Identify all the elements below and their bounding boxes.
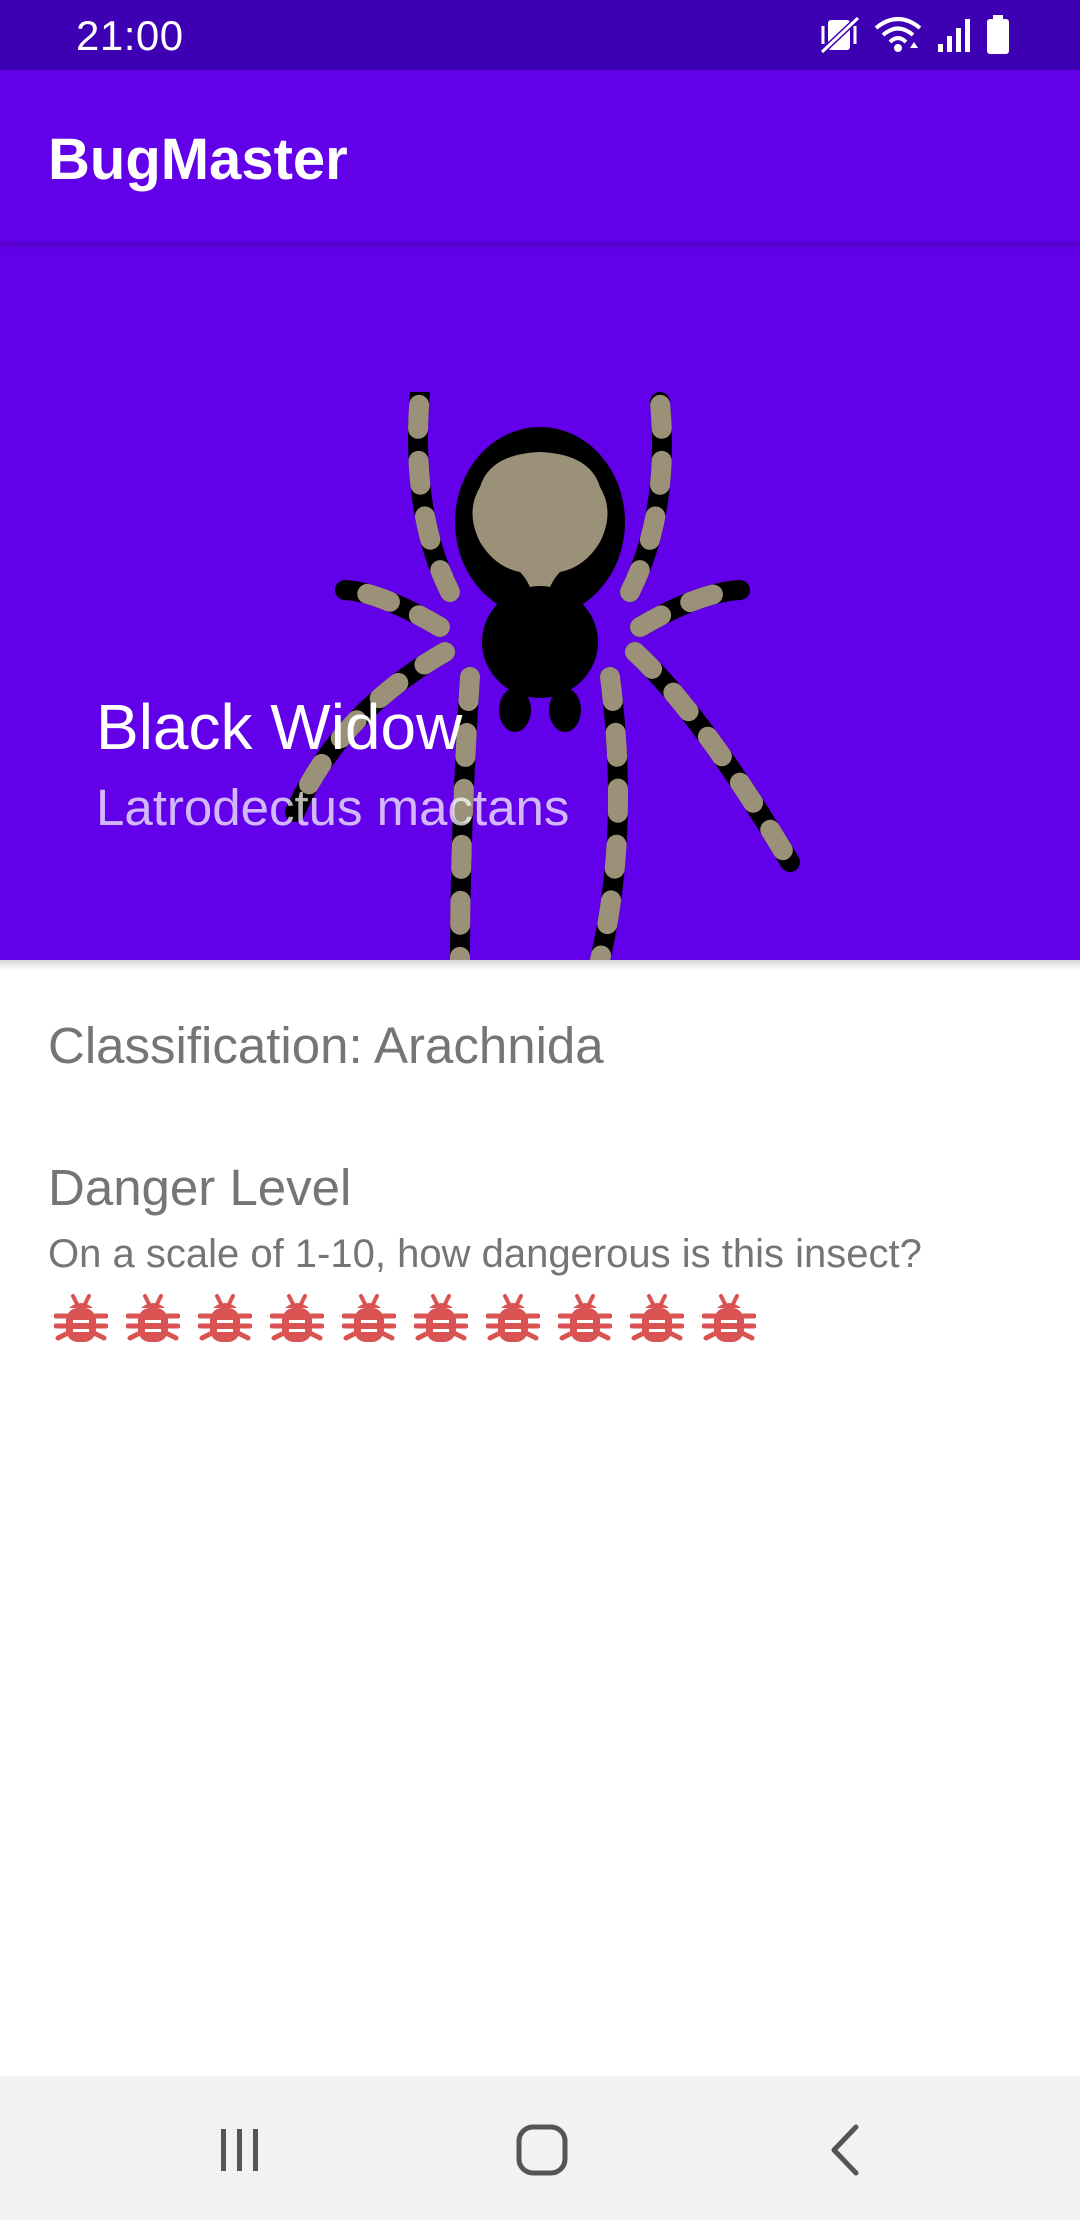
bug-name: Black Widow bbox=[96, 691, 463, 763]
home-icon bbox=[516, 2124, 568, 2176]
battery-icon bbox=[987, 15, 1009, 54]
hero-divider-shadow bbox=[0, 960, 1080, 970]
app-bar: BugMaster bbox=[0, 70, 1080, 242]
status-time: 21:00 bbox=[76, 12, 184, 59]
bug-scientific-name: Latrodectus mactans bbox=[96, 779, 570, 836]
danger-level-title: Danger Level bbox=[48, 1159, 352, 1216]
bug-icon bbox=[342, 1294, 396, 1342]
bug-icon bbox=[270, 1294, 324, 1342]
bug-icon bbox=[558, 1294, 612, 1342]
bug-icon bbox=[198, 1294, 252, 1342]
app-title: BugMaster bbox=[48, 127, 348, 192]
back-button[interactable] bbox=[796, 2112, 896, 2188]
recent-apps-icon bbox=[221, 2129, 258, 2171]
mute-vibrate-icon bbox=[820, 16, 860, 54]
status-icons bbox=[820, 14, 1010, 56]
bug-icon bbox=[702, 1294, 756, 1342]
spider-illustration bbox=[285, 392, 800, 960]
bug-icon bbox=[126, 1294, 180, 1342]
back-icon bbox=[831, 2124, 859, 2176]
bug-icon bbox=[54, 1294, 108, 1342]
danger-level-question: On a scale of 1-10, how dangerous is thi… bbox=[48, 1232, 922, 1276]
navigation-bar bbox=[0, 2076, 1080, 2220]
bug-icon bbox=[486, 1294, 540, 1342]
bug-icon bbox=[414, 1294, 468, 1342]
status-bar: 21:00 bbox=[0, 0, 1080, 70]
signal-icon bbox=[938, 19, 970, 52]
classification-text: Classification: Arachnida bbox=[48, 1017, 604, 1074]
wifi-icon bbox=[874, 17, 922, 52]
recent-apps-button[interactable] bbox=[190, 2112, 290, 2188]
hero-header: Black Widow Latrodectus mactans bbox=[0, 242, 1080, 960]
danger-level-rating bbox=[54, 1290, 756, 1348]
home-button[interactable] bbox=[492, 2112, 592, 2188]
bug-icon bbox=[630, 1294, 684, 1342]
